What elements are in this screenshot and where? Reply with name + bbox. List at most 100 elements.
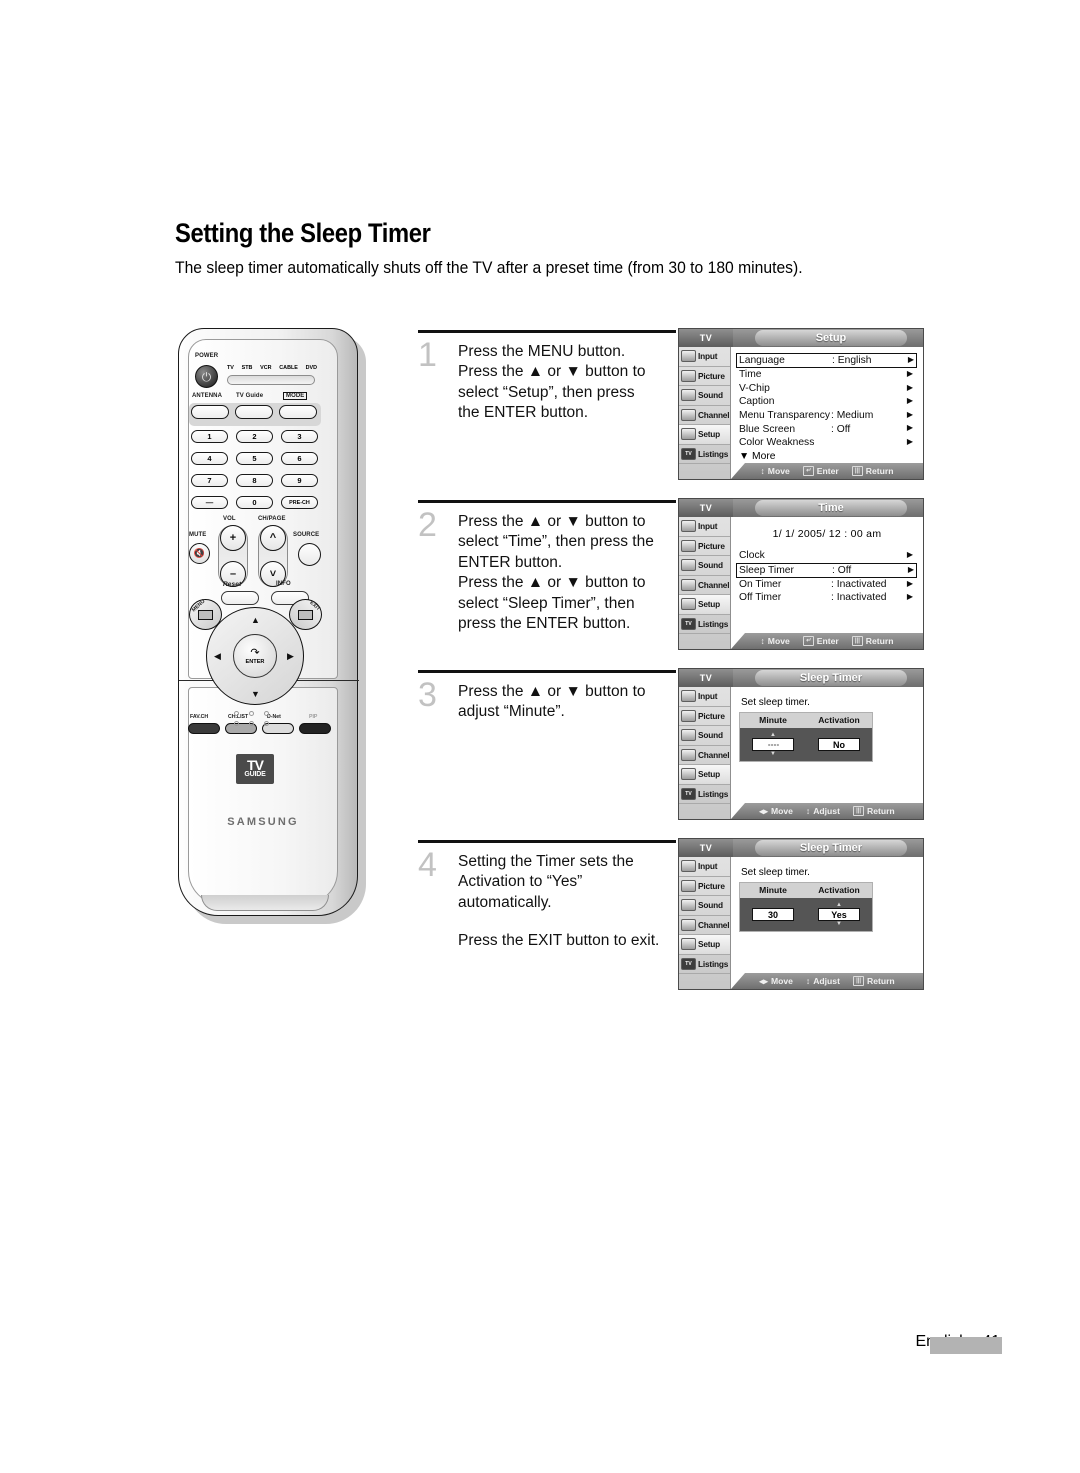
activation-value[interactable]: Yes [818, 908, 860, 921]
menu-row-caption[interactable]: Caption ▶ [739, 395, 915, 409]
mute-button[interactable]: 🔇 [189, 543, 210, 564]
sidebar-item-input[interactable]: Input [679, 347, 730, 367]
sidebar-item-picture[interactable]: Picture [679, 367, 730, 386]
channel-up-button[interactable]: ^ [260, 525, 286, 551]
dpad-down-icon[interactable]: ▼ [251, 689, 260, 699]
source-button[interactable] [298, 543, 321, 566]
sleep-timer-caption: Set sleep timer. [741, 867, 810, 878]
minute-stepper[interactable]: ▲ - - - - ▼ [740, 732, 806, 757]
step-line: automatically. [458, 893, 552, 911]
key-6[interactable]: 6 [281, 452, 318, 465]
sidebar-item-input[interactable]: Input [679, 687, 730, 707]
pip-button[interactable] [299, 723, 331, 734]
hint-move: ↕ Move [760, 636, 790, 646]
minute-value[interactable]: 30 [752, 908, 794, 921]
sleep-grid-body: ▲ 30 ▼ ▲ Yes ▼ [740, 898, 872, 931]
favch-button[interactable] [188, 723, 220, 734]
sidebar-item-input[interactable]: Input [679, 517, 730, 537]
menu-row-on-timer[interactable]: On Timer : Inactivated ▶ [739, 578, 915, 592]
activation-field[interactable]: ▲ No ▼ [806, 732, 872, 757]
key-9[interactable]: 9 [281, 474, 318, 487]
stepper-down-icon[interactable]: ▼ [836, 921, 842, 927]
key-2[interactable]: 2 [236, 430, 273, 443]
menu-row-time[interactable]: Time ▶ [739, 368, 915, 382]
sidebar-item-sound[interactable]: Sound [679, 386, 730, 406]
osd-sidebar: Input Picture Sound Channel Setup TV List… [679, 857, 731, 989]
stepper-down-icon[interactable]: ▼ [770, 751, 776, 757]
volume-up-button[interactable]: + [220, 525, 246, 551]
sidebar-item-setup[interactable]: Setup [679, 595, 730, 615]
sidebar-item-setup[interactable]: Setup [679, 425, 730, 445]
sidebar-item-listings[interactable]: TV Listings [679, 445, 730, 464]
sidebar-item-input[interactable]: Input [679, 857, 730, 877]
tvguide-label: TV Guide [236, 393, 264, 399]
menu-row-clock[interactable]: Clock ▶ [739, 549, 915, 563]
hint-return: ||| Return [851, 636, 894, 646]
sleep-timer-grid: Minute Activation ▲ 30 ▼ ▲ Yes ▼ [739, 882, 873, 932]
step-line: Press the ▲ or ▼ button to [458, 512, 646, 530]
minute-field[interactable]: ▲ 30 ▼ [740, 902, 806, 927]
antenna-button[interactable] [191, 405, 229, 419]
sidebar-item-setup[interactable]: Setup [679, 765, 730, 785]
menu-item-label: Caption [739, 396, 775, 408]
sidebar-item-listings[interactable]: TV Listings [679, 785, 730, 804]
sidebar-item-picture[interactable]: Picture [679, 877, 730, 896]
sidebar-item-channel[interactable]: Channel [679, 746, 730, 765]
menu-row-color-weakness[interactable]: Color Weakness ▶ [739, 436, 915, 450]
menu-row-off-timer[interactable]: Off Timer : Inactivated ▶ [739, 591, 915, 605]
key-1[interactable]: 1 [191, 430, 228, 443]
sidebar-item-sound[interactable]: Sound [679, 556, 730, 576]
key-dash[interactable]: — [191, 496, 228, 509]
sidebar-item-setup[interactable]: Setup [679, 935, 730, 955]
key-3[interactable]: 3 [281, 430, 318, 443]
tvguide-button[interactable] [235, 405, 273, 419]
activation-value[interactable]: No [818, 738, 860, 751]
sidebar-item-channel[interactable]: Channel [679, 406, 730, 425]
menu-row-menu-transparency[interactable]: Menu Transparency : Medium ▶ [739, 409, 915, 423]
power-button[interactable]: ⏻ [195, 365, 218, 388]
key-5[interactable]: 5 [236, 452, 273, 465]
sidebar-item-label: Sound [698, 390, 723, 401]
menu-row-vchip[interactable]: V-Chip ▶ [739, 382, 915, 396]
menu-row-sleep-timer[interactable]: Sleep Timer : Off ▶ [736, 562, 917, 578]
key-7[interactable]: 7 [191, 474, 228, 487]
osd-setup-menu: TV Setup Input Picture Sound Channel Set… [678, 328, 924, 480]
step-line: Press the ▲ or ▼ button to [458, 574, 646, 592]
enter-button[interactable]: ↷ ENTER [233, 634, 277, 678]
mode-button[interactable] [279, 405, 317, 419]
menu-row-language[interactable]: Language : English ▶ [736, 353, 917, 368]
sleep-grid-header: Minute Activation [740, 883, 872, 898]
dpad-right-icon[interactable]: ▶ [287, 651, 294, 662]
sidebar-item-picture[interactable]: Picture [679, 707, 730, 726]
key-prech[interactable]: PRE-CH [281, 496, 318, 509]
camcorder-icon [681, 860, 696, 873]
menu-item-label: Off Timer [739, 592, 782, 604]
sidebar-item-listings[interactable]: TV Listings [679, 615, 730, 634]
menu-row-more[interactable]: ▼ More [739, 450, 915, 462]
return-key-icon: ||| [852, 976, 864, 986]
reset-button[interactable] [221, 591, 259, 605]
activation-stepper[interactable]: ▲ Yes ▼ [806, 902, 872, 927]
page-subtitle: The sleep timer automatically shuts off … [175, 259, 803, 277]
key-8[interactable]: 8 [236, 474, 273, 487]
tvguide-icon: TV [681, 617, 696, 630]
key-0[interactable]: 0 [236, 496, 273, 509]
menu-row-blue-screen[interactable]: Blue Screen : Off ▶ [739, 422, 915, 436]
reset-label: Reset [223, 581, 242, 588]
sidebar-item-listings[interactable]: TV Listings [679, 955, 730, 974]
minute-value[interactable]: - - - - [752, 738, 794, 751]
osd-title: Time [755, 500, 907, 516]
step-text: Press the ▲ or ▼ button to select “Time”… [458, 503, 680, 635]
sidebar-item-sound[interactable]: Sound [679, 896, 730, 916]
sidebar-item-channel[interactable]: Channel [679, 916, 730, 935]
sidebar-item-channel[interactable]: Channel [679, 576, 730, 595]
source-label: SOURCE [293, 532, 320, 538]
dpad-up-icon[interactable]: ▲ [251, 615, 260, 625]
key-4[interactable]: 4 [191, 452, 228, 465]
dpad-left-icon[interactable]: ◀ [214, 651, 221, 662]
sidebar-item-sound[interactable]: Sound [679, 726, 730, 746]
sidebar-item-picture[interactable]: Picture [679, 537, 730, 556]
chevron-right-icon: ▶ [906, 578, 913, 588]
sidebar-item-label: Picture [698, 710, 725, 721]
tools-icon [681, 598, 696, 611]
